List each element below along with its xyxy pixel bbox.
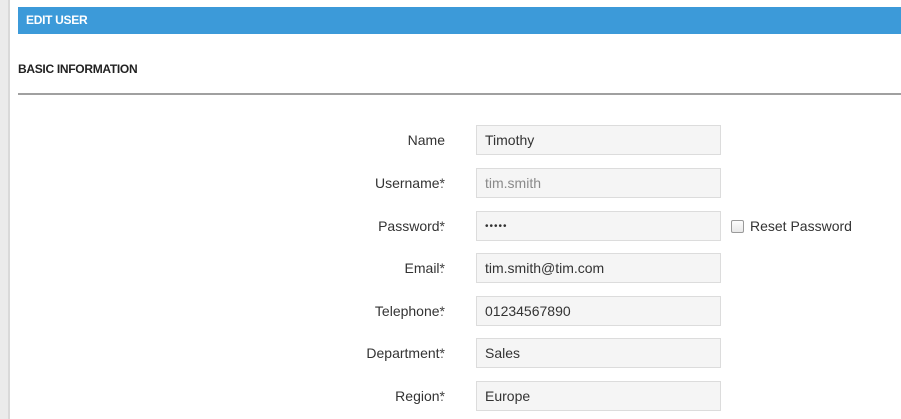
field-colon: :: [440, 175, 444, 191]
region-input[interactable]: [476, 381, 721, 411]
reset-password-label[interactable]: Reset Password: [750, 218, 852, 234]
field-colon: :: [440, 260, 444, 276]
panel-header: EDIT USER: [18, 7, 901, 34]
form-row-region: Region* :: [0, 381, 901, 411]
reset-password-toggle[interactable]: Reset Password: [731, 211, 852, 241]
field-colon: :: [440, 303, 444, 319]
field-label: Region*: [395, 381, 445, 411]
field-label: Email*: [405, 253, 445, 283]
telephone-input[interactable]: [476, 296, 721, 326]
field-label: Telephone*: [375, 296, 445, 326]
field-colon: :: [440, 218, 444, 234]
form-row-name: Name :: [0, 125, 901, 155]
username-input[interactable]: [476, 168, 721, 198]
email-input[interactable]: [476, 253, 721, 283]
section-title: BASIC INFORMATION: [18, 62, 138, 76]
password-input[interactable]: [476, 211, 721, 241]
field-label: Department*: [366, 338, 445, 368]
field-colon: :: [440, 132, 444, 148]
page: EDIT USER BASIC INFORMATION Name : Usern…: [0, 0, 901, 419]
field-label: Username*: [375, 168, 445, 198]
field-label-text: Department: [366, 345, 440, 361]
name-input[interactable]: [476, 125, 721, 155]
field-colon: :: [440, 345, 444, 361]
top-strip: [10, 0, 901, 7]
form-row-username: Username* :: [0, 168, 901, 198]
form-row-email: Email* :: [0, 253, 901, 283]
field-label-text: Username: [374, 175, 440, 191]
section-divider: [18, 93, 901, 95]
form-row-telephone: Telephone* :: [0, 296, 901, 326]
field-colon: :: [440, 388, 444, 404]
form-row-department: Department* :: [0, 338, 901, 368]
reset-password-checkbox[interactable]: [731, 219, 744, 233]
field-label-text: Telephone: [374, 303, 440, 319]
panel-title: EDIT USER: [26, 13, 88, 27]
field-label-text: Region: [395, 388, 440, 404]
department-input[interactable]: [476, 338, 721, 368]
field-label: Password*: [378, 211, 445, 241]
field-label-text: Email: [404, 260, 440, 276]
field-label-text: Password: [378, 218, 440, 234]
form-row-password: Password* : Reset Password: [0, 211, 901, 241]
